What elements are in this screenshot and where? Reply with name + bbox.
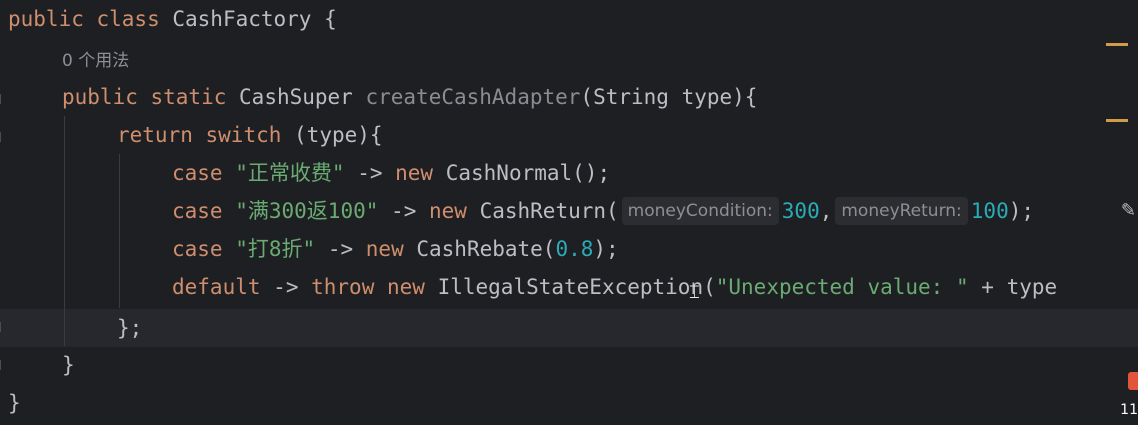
fold-marker[interactable] bbox=[0, 322, 5, 332]
keyword-switch: switch bbox=[205, 123, 282, 147]
constructor-call: CashNormal(); bbox=[445, 161, 611, 185]
param-hint-money-return: moneyReturn: bbox=[835, 197, 968, 225]
warning-marker[interactable] bbox=[1106, 119, 1128, 122]
close-paren: ); bbox=[593, 237, 619, 261]
current-line-highlight bbox=[0, 309, 1138, 347]
string-literal: "满300返100" bbox=[235, 199, 379, 223]
arrow: -> bbox=[273, 275, 299, 299]
arrow: -> bbox=[327, 237, 354, 261]
keyword-case: case bbox=[172, 237, 223, 261]
inlay-overflow-icon: ✎ bbox=[1120, 200, 1136, 221]
string-literal: "Unexpected value: " bbox=[715, 275, 969, 299]
method-name: createCashAdapter bbox=[365, 85, 581, 109]
fold-marker[interactable] bbox=[0, 94, 5, 104]
keyword-new: new bbox=[365, 237, 404, 261]
code-line-3[interactable]: public static CashSuper createCashAdapte… bbox=[62, 78, 757, 116]
constructor-call: IllegalStateException( bbox=[437, 275, 716, 299]
keyword: public class bbox=[8, 7, 160, 31]
keyword-new: new bbox=[395, 161, 434, 185]
method-close: } bbox=[62, 353, 75, 377]
code-line-8[interactable]: default -> throw new IllegalStateExcepti… bbox=[172, 268, 1057, 306]
keyword-new: new bbox=[387, 275, 425, 299]
comma: , bbox=[819, 199, 833, 223]
code-line-11[interactable]: } bbox=[8, 384, 21, 422]
arrow: -> bbox=[357, 161, 383, 185]
code-line-4[interactable]: return switch (type){ bbox=[117, 116, 383, 154]
text-cursor-icon: ⌶ bbox=[689, 282, 700, 303]
switch-close: }; bbox=[117, 316, 143, 340]
warning-marker[interactable] bbox=[1106, 43, 1128, 46]
number-literal: 100 bbox=[970, 199, 1009, 223]
code-line-9[interactable]: }; bbox=[117, 309, 142, 347]
brace: { bbox=[324, 7, 337, 31]
constructor-call: CashRebate( bbox=[416, 237, 556, 261]
code-line-6[interactable]: case "满300返100" -> new CashReturn(moneyC… bbox=[172, 192, 1034, 230]
string-literal: "打8折" bbox=[235, 237, 316, 261]
notification-badge-icon[interactable] bbox=[1128, 372, 1138, 390]
number-literal: 300 bbox=[781, 199, 820, 223]
concat-expr: + type bbox=[981, 275, 1058, 299]
keyword-new: new bbox=[429, 199, 467, 223]
param-hint-money-condition: moneyCondition: bbox=[621, 197, 779, 225]
indent-guide bbox=[64, 116, 65, 346]
close-paren: ); bbox=[1008, 199, 1035, 223]
indent-guide bbox=[119, 154, 120, 308]
return-type: CashSuper bbox=[239, 85, 353, 109]
code-line-10[interactable]: } bbox=[62, 346, 75, 384]
number-literal: 0.8 bbox=[555, 237, 594, 261]
class-name: CashFactory bbox=[172, 7, 312, 31]
code-line-1[interactable]: public class CashFactory { bbox=[8, 0, 337, 38]
class-close: } bbox=[8, 391, 21, 415]
params: (String type){ bbox=[580, 85, 758, 109]
string-literal: "正常收费" bbox=[235, 161, 345, 185]
constructor-call: CashReturn( bbox=[479, 199, 619, 223]
keyword: public static bbox=[62, 85, 227, 109]
keyword-return: return bbox=[117, 123, 193, 147]
fold-marker[interactable] bbox=[0, 132, 5, 142]
code-editor[interactable]: public class CashFactory { 0 个用法 public … bbox=[0, 0, 1138, 425]
keyword-throw: throw bbox=[311, 275, 375, 299]
code-line-5[interactable]: case "正常收费" -> new CashNormal(); bbox=[172, 154, 610, 192]
usage-count[interactable]: 0 个用法 bbox=[62, 51, 129, 71]
code-line-7[interactable]: case "打8折" -> new CashRebate(0.8); bbox=[172, 230, 619, 268]
switch-expr: (type){ bbox=[294, 123, 383, 147]
clock-fragment: 11 bbox=[1120, 402, 1138, 418]
keyword-case: case bbox=[172, 199, 223, 223]
keyword-case: case bbox=[172, 161, 223, 185]
keyword-default: default bbox=[172, 275, 261, 299]
arrow: -> bbox=[391, 199, 417, 223]
usage-hint[interactable]: 0 个用法 bbox=[62, 40, 129, 78]
fold-marker[interactable] bbox=[0, 360, 5, 370]
